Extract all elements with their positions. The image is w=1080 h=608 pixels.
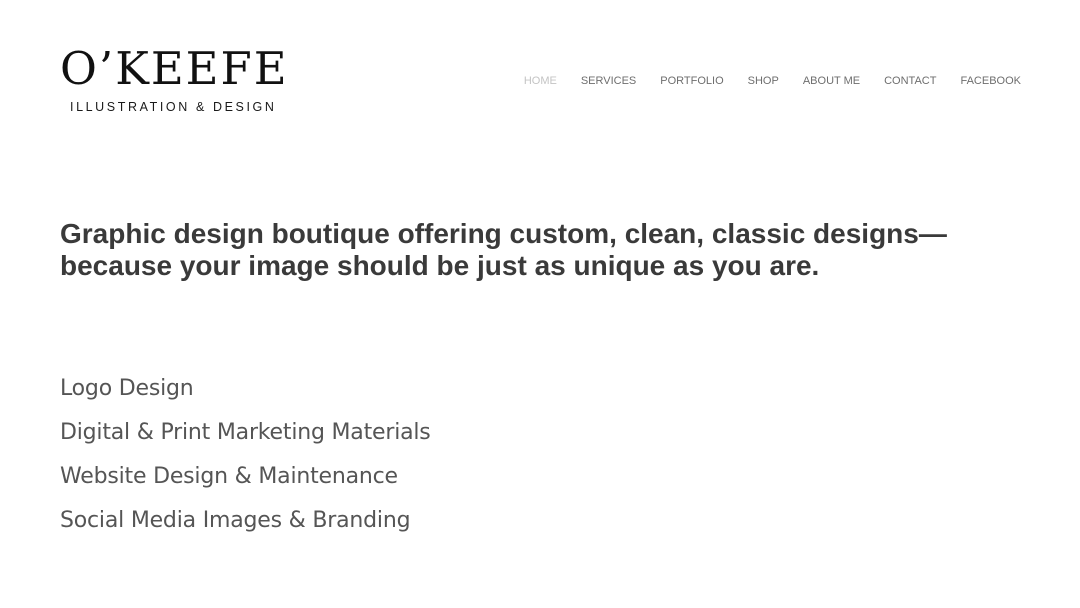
logo-tagline: ILLUSTRATION & DESIGN bbox=[70, 100, 277, 114]
hero-heading: Graphic design boutique offering custom,… bbox=[60, 218, 1000, 282]
nav-link-home[interactable]: HOME bbox=[524, 74, 557, 88]
nav-item-facebook: FACEBOOK bbox=[960, 74, 1021, 88]
site-logo[interactable]: O’KEEFE ILLUSTRATION & DESIGN bbox=[60, 42, 310, 115]
hero-heading-line-2: because your image should be just as uni… bbox=[60, 250, 820, 281]
services-list: Logo Design Digital & Print Marketing Ma… bbox=[60, 367, 431, 543]
nav-link-portfolio[interactable]: PORTFOLIO bbox=[660, 74, 723, 88]
nav-item-about-me: ABOUT ME bbox=[803, 74, 860, 88]
service-item-marketing-materials: Digital & Print Marketing Materials bbox=[60, 420, 431, 445]
nav-item-services: SERVICES bbox=[581, 74, 636, 88]
service-item-website-design: Website Design & Maintenance bbox=[60, 464, 398, 489]
nav-link-about-me[interactable]: ABOUT ME bbox=[803, 74, 860, 88]
main-navigation: HOME SERVICES PORTFOLIO SHOP ABOUT ME CO… bbox=[524, 74, 1021, 88]
nav-link-services[interactable]: SERVICES bbox=[581, 74, 636, 88]
service-item-social-media: Social Media Images & Branding bbox=[60, 508, 411, 533]
nav-item-contact: CONTACT bbox=[884, 74, 936, 88]
nav-link-shop[interactable]: SHOP bbox=[748, 74, 779, 88]
nav-link-contact[interactable]: CONTACT bbox=[884, 74, 936, 88]
logo-wordmark: O’KEEFE bbox=[60, 42, 289, 95]
site-header: O’KEEFE ILLUSTRATION & DESIGN HOME SERVI… bbox=[0, 0, 1080, 140]
hero-heading-line-1: Graphic design boutique offering custom,… bbox=[60, 218, 947, 249]
service-item-logo-design: Logo Design bbox=[60, 376, 194, 401]
nav-item-home: HOME bbox=[524, 74, 557, 88]
nav-item-shop: SHOP bbox=[748, 74, 779, 88]
nav-item-portfolio: PORTFOLIO bbox=[660, 74, 723, 88]
nav-link-facebook[interactable]: FACEBOOK bbox=[960, 74, 1021, 88]
